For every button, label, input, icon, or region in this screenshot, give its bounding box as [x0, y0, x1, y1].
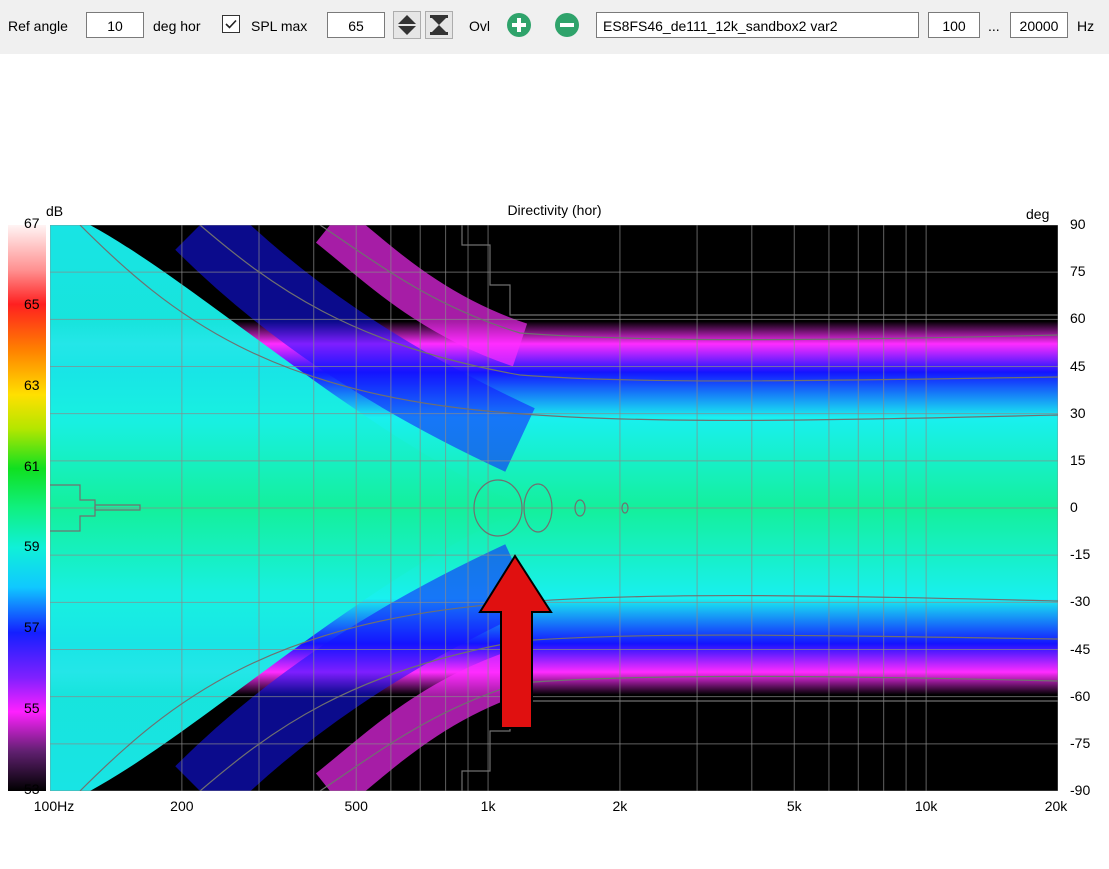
- right-axis-unit-label: deg: [1026, 206, 1050, 222]
- y-tick-label: -45: [1070, 640, 1091, 657]
- x-tick-label: 500: [344, 798, 368, 814]
- colorbar-tick-label: 63: [24, 376, 40, 393]
- hourglass-button[interactable]: [425, 11, 453, 39]
- up-down-arrows-button[interactable]: [393, 11, 421, 39]
- y-tick-label: 60: [1070, 310, 1086, 327]
- remove-button[interactable]: [553, 11, 581, 39]
- colorbar-tick-label: 59: [24, 538, 40, 555]
- colorbar-tick-label: 65: [24, 295, 40, 312]
- spl-max-checkbox[interactable]: [222, 15, 240, 33]
- y-tick-label: 0: [1070, 499, 1078, 515]
- chart-title: Directivity (hor): [507, 202, 602, 218]
- ref-angle-field[interactable]: 10: [86, 12, 144, 38]
- deg-hor-label: deg hor: [153, 18, 201, 34]
- x-tick-label: 5k: [786, 798, 802, 814]
- check-icon: [225, 19, 237, 29]
- ovl-label: Ovl: [469, 18, 490, 34]
- freq-max-field[interactable]: 20000: [1010, 12, 1068, 38]
- x-tick-label: 2k: [612, 798, 628, 814]
- x-tick-label: 1k: [480, 798, 496, 814]
- y-tick-label: 90: [1070, 216, 1086, 232]
- y-tick-label: -75: [1070, 734, 1091, 751]
- spl-max-field[interactable]: 65: [327, 12, 385, 38]
- add-button[interactable]: [505, 11, 533, 39]
- x-tick-label: 20k: [1044, 798, 1068, 814]
- y-tick-label: -90: [1070, 782, 1091, 798]
- freq-unit-label: Hz: [1077, 18, 1095, 34]
- dataset-name-field[interactable]: ES8FS46_de111_12k_sandbox2 var2: [596, 12, 919, 38]
- freq-min-field[interactable]: 100: [928, 12, 980, 38]
- up-down-arrows-icon: [398, 15, 416, 35]
- minus-circle-icon: [555, 13, 579, 37]
- y-tick-label: -30: [1070, 593, 1091, 610]
- colorbar-tick-label: 67: [24, 215, 40, 231]
- toolbar: Ref angle 10 deg hor SPL max 65 Ovl ES8F…: [0, 0, 1109, 54]
- y-tick-label: 30: [1070, 404, 1086, 421]
- y-tick-label: -15: [1070, 546, 1091, 563]
- x-tick-label: 10k: [914, 798, 938, 814]
- range-separator: ...: [988, 18, 1000, 34]
- y-tick-label: 15: [1070, 451, 1086, 468]
- x-tick-label: 200: [170, 798, 194, 814]
- colorbar-tick-label: 61: [24, 457, 40, 474]
- y-tick-label: 75: [1070, 263, 1086, 280]
- y-tick-label: -60: [1070, 687, 1091, 704]
- hourglass-icon: [430, 15, 448, 35]
- ref-angle-label: Ref angle: [8, 18, 68, 34]
- y-tick-label: 45: [1070, 357, 1086, 374]
- plus-circle-icon: [507, 13, 531, 37]
- colorbar-tick-label: 53: [24, 781, 40, 797]
- colorbar-tick-label: 57: [24, 619, 40, 636]
- x-tick-label: 100Hz: [33, 798, 75, 814]
- colorbar-tick-label: 55: [24, 700, 40, 717]
- spl-max-label: SPL max: [251, 18, 308, 34]
- directivity-heatmap: [50, 225, 1058, 791]
